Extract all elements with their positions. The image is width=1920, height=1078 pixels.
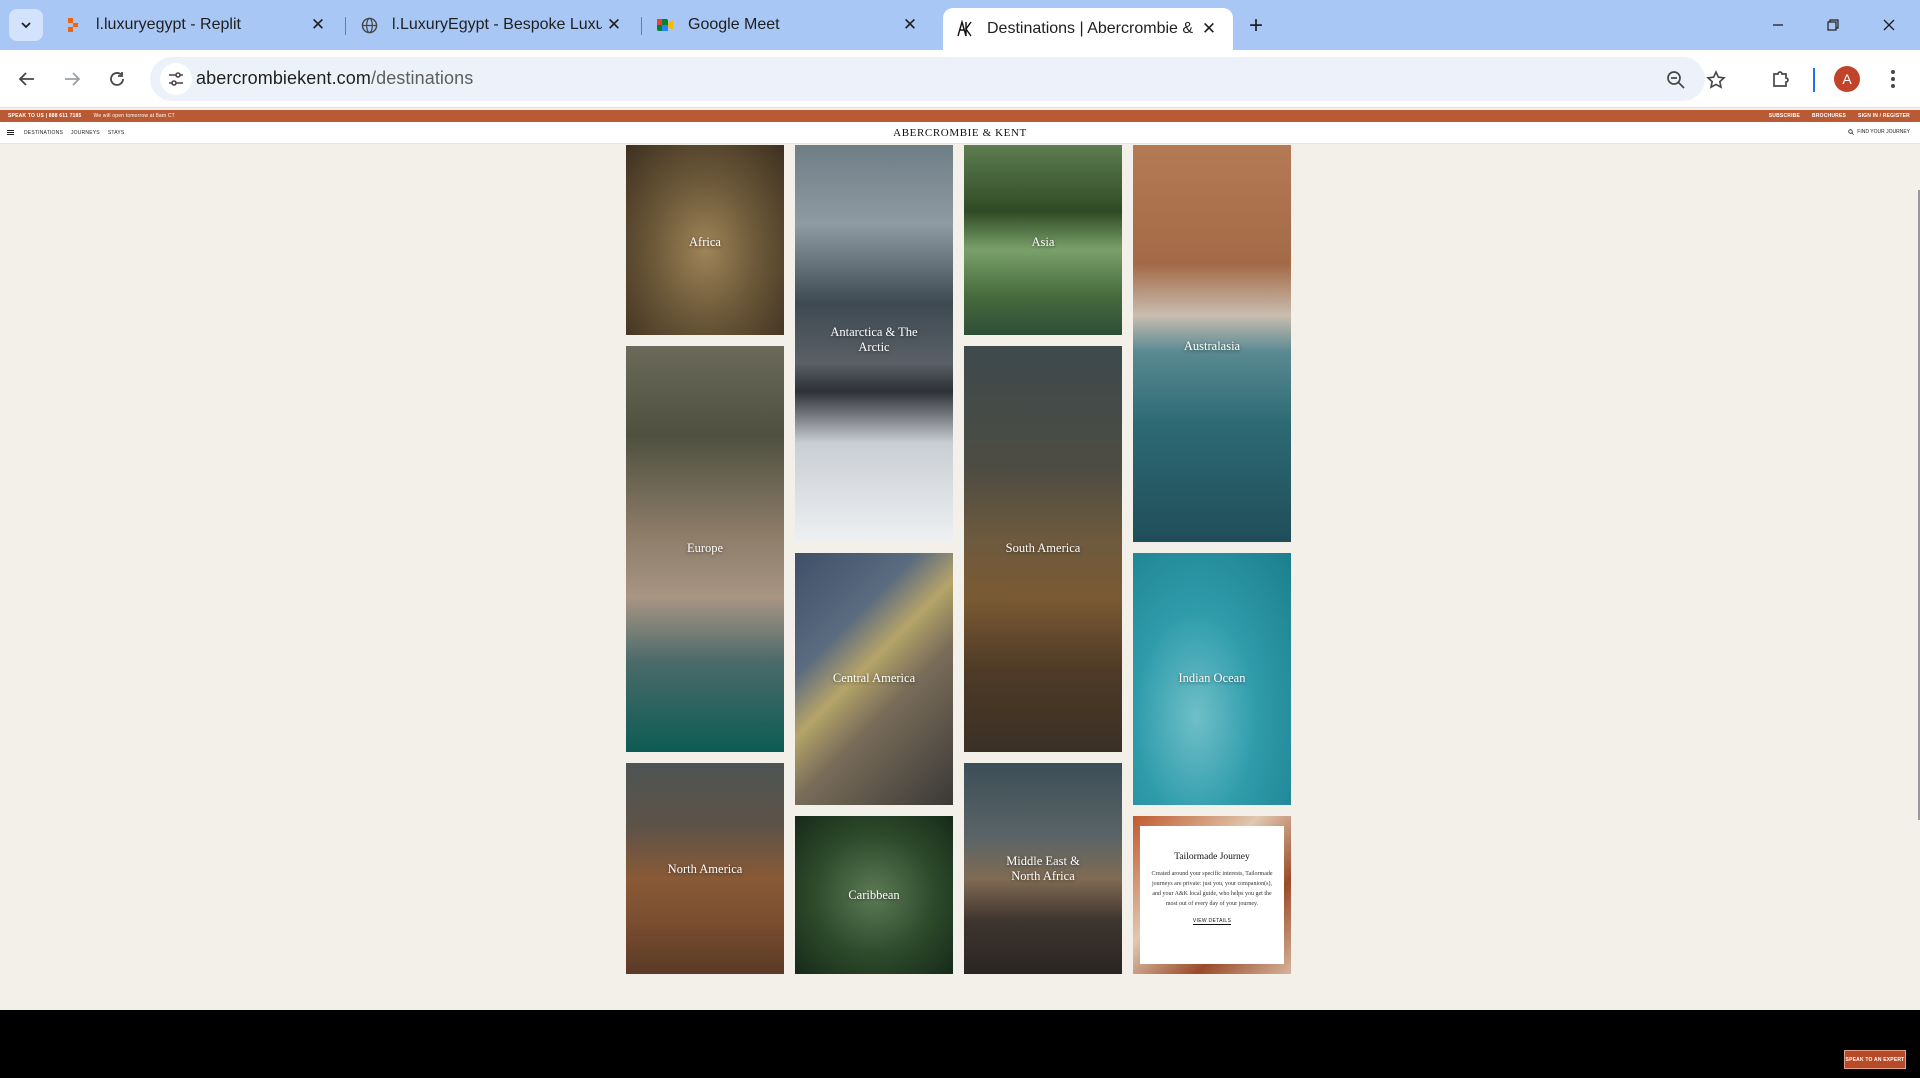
site-info-button[interactable] [160, 63, 192, 95]
tab-abercrombie-kent[interactable]: Destinations | Abercrombie & K ✕ [943, 8, 1233, 50]
tab-replit[interactable]: l.luxuryegypt - Replit ✕ [52, 8, 342, 42]
more-vert-icon [1891, 70, 1895, 88]
destination-card-antarctica-arctic[interactable]: Antarctica & The Arctic [795, 145, 953, 542]
destination-card-europe[interactable]: Europe [626, 346, 784, 752]
destination-card-asia[interactable]: Asia [964, 145, 1122, 335]
browser-toolbar: abercrombiekent.com/destinations [0, 50, 1920, 108]
destination-card-caribbean[interactable]: Caribbean [795, 816, 953, 974]
restore-button[interactable] [1810, 10, 1856, 40]
speak-to-expert-button[interactable]: SPEAK TO AN EXPERT [1844, 1050, 1906, 1069]
destination-label: Indian Ocean [1178, 671, 1246, 685]
site-header: DESTINATIONS JOURNEYS STAYS ABERCROMBIE … [0, 122, 1920, 144]
tab-title: l.luxuryegypt - Replit [96, 16, 241, 33]
tab-title: l.LuxuryEgypt - Bespoke Luxury [392, 16, 602, 33]
phone-link[interactable]: SPEAK TO US | 888 611 7185 [8, 113, 82, 119]
url-host: abercrombiekent.com [196, 68, 371, 88]
globe-icon [360, 16, 378, 34]
back-button[interactable] [10, 62, 44, 96]
close-icon[interactable]: ✕ [602, 13, 626, 37]
destination-card-middle-east-north-africa[interactable]: Middle East & North Africa [964, 763, 1122, 974]
destination-card-australasia[interactable]: Australasia [1133, 145, 1291, 542]
destination-card-indian-ocean[interactable]: Indian Ocean [1133, 553, 1291, 805]
tab-search-button[interactable] [9, 9, 43, 41]
destination-card-central-america[interactable]: Central America [795, 553, 953, 805]
profile-avatar[interactable]: A [1834, 66, 1860, 92]
arrow-left-icon [18, 72, 34, 86]
minimize-icon [1773, 24, 1783, 26]
url-path: /destinations [370, 68, 474, 88]
restore-icon [1827, 19, 1839, 31]
destination-label: Central America [832, 671, 916, 685]
tune-icon [169, 72, 183, 86]
destination-label: Africa [689, 235, 721, 249]
tab-title: Google Meet [688, 16, 780, 33]
bookmark-star-icon[interactable] [1703, 67, 1729, 93]
tab-google-meet[interactable]: Google Meet ✕ [644, 8, 934, 42]
brochures-link[interactable]: BROCHURES [1812, 113, 1846, 119]
destination-label: Middle East & North Africa [1006, 854, 1080, 883]
page-viewport: SPEAK TO US | 888 611 7185 We will open t… [0, 108, 1920, 1078]
tab-luxuryegypt[interactable]: l.LuxuryEgypt - Bespoke Luxury ✕ [348, 8, 638, 42]
menu-button[interactable] [1877, 63, 1909, 95]
address-bar[interactable]: abercrombiekent.com/destinations [150, 57, 1726, 101]
destination-card-south-america[interactable]: South America [964, 346, 1122, 752]
forward-button[interactable] [55, 62, 89, 96]
chevron-down-icon [21, 22, 31, 29]
site-logo[interactable]: ABERCROMBIE & KENT [0, 127, 1920, 139]
destination-label: Antarctica & The Arctic [830, 325, 918, 354]
reload-icon [110, 72, 124, 86]
search-icon [1848, 129, 1855, 135]
tab-separator [345, 17, 346, 35]
browser-tab-bar: l.luxuryegypt - Replit ✕ l.LuxuryEgypt -… [0, 0, 1920, 50]
destination-card-north-america[interactable]: North America [626, 763, 784, 974]
close-icon [1883, 19, 1895, 31]
announcement-bar: SPEAK TO US | 888 611 7185 We will open t… [0, 110, 1920, 122]
promo-box: Tailormade Journey Created around your s… [1140, 826, 1284, 964]
extensions-button[interactable] [1765, 63, 1797, 95]
promo-title: Tailormade Journey [1174, 852, 1250, 862]
find-journey-label: FIND YOUR JOURNEY [1857, 129, 1910, 135]
tab-title: Destinations | Abercrombie & K [987, 20, 1197, 37]
sign-in-link[interactable]: SIGN IN / REGISTER [1858, 113, 1910, 119]
destination-label: Europe [686, 541, 724, 555]
destination-label: Caribbean [848, 888, 900, 902]
subscribe-link[interactable]: SUBSCRIBE [1769, 113, 1800, 119]
ak-logo-icon [955, 20, 973, 38]
tab-separator [641, 17, 642, 35]
close-icon[interactable]: ✕ [898, 13, 922, 37]
url-text[interactable]: abercrombiekent.com/destinations [196, 68, 473, 89]
find-journey-link[interactable]: FIND YOUR JOURNEY [1848, 129, 1910, 135]
google-meet-icon [656, 16, 674, 34]
reload-button[interactable] [100, 62, 134, 96]
destination-card-africa[interactable]: Africa [626, 145, 784, 335]
close-icon[interactable]: ✕ [306, 13, 330, 37]
arrow-right-icon [65, 72, 81, 86]
opening-hours-note: We will open tomorrow at 8am CT [93, 113, 175, 119]
tailormade-journey-card: Tailormade Journey Created around your s… [1133, 816, 1291, 974]
close-window-button[interactable] [1866, 10, 1912, 40]
puzzle-icon [1773, 71, 1789, 87]
new-tab-button[interactable]: + [1242, 12, 1270, 40]
plus-icon: + [1248, 12, 1263, 39]
view-details-link[interactable]: VIEW DETAILS [1192, 918, 1232, 925]
promo-body: Created around your specific interests, … [1151, 871, 1273, 907]
destination-label: Asia [1031, 235, 1055, 249]
destination-label: South America [1005, 541, 1081, 555]
toolbar-divider [1813, 68, 1815, 92]
destination-label: North America [667, 862, 743, 876]
destination-label: Australasia [1183, 339, 1241, 353]
zoom-icon[interactable] [1663, 67, 1689, 93]
close-icon[interactable]: ✕ [1197, 17, 1221, 41]
replit-icon [64, 16, 82, 34]
page-footer [0, 1010, 1920, 1078]
minimize-button[interactable] [1755, 10, 1801, 40]
